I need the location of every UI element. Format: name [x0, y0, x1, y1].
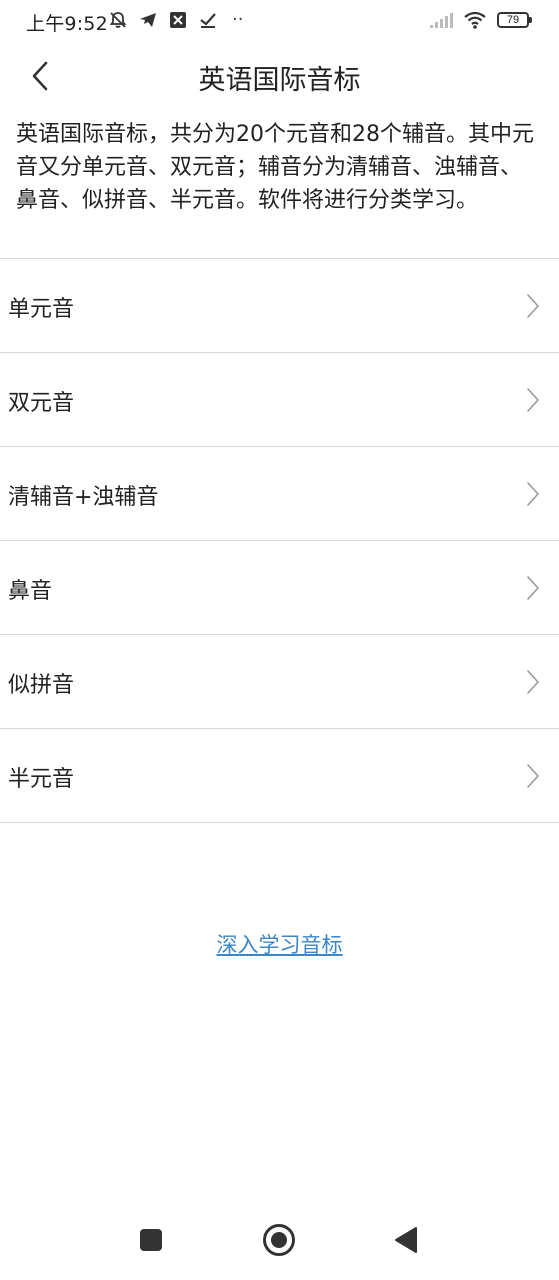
list-item-nasals[interactable]: 鼻音	[0, 541, 559, 635]
send-icon	[140, 13, 156, 27]
category-list: 单元音 双元音 清辅音+浊辅音 鼻音 似拼音 半元音	[0, 258, 559, 823]
status-system-icons: 79	[429, 10, 532, 30]
list-item-label: 清辅音+浊辅音	[8, 485, 159, 510]
chevron-right-icon	[527, 670, 539, 694]
description-text: 英语国际音标，共分为20个元音和28个辅音。其中元音又分单元音、双元音；辅音分为…	[16, 122, 534, 213]
list-item-label: 单元音	[8, 297, 75, 322]
chevron-right-icon	[527, 764, 539, 788]
sync-icon	[170, 12, 186, 28]
wifi-icon	[464, 11, 486, 29]
chevron-right-icon	[527, 576, 539, 600]
check-icon	[200, 13, 216, 28]
chevron-right-icon	[527, 388, 539, 412]
list-item-semivowels[interactable]: 半元音	[0, 729, 559, 823]
status-notification-icons: ··	[108, 10, 243, 30]
list-item-label: 双元音	[8, 391, 75, 416]
list-item-label: 半元音	[8, 767, 75, 792]
list-item-monophthongs[interactable]: 单元音	[0, 259, 559, 353]
list-item-label: 鼻音	[8, 579, 53, 604]
list-item-label: 似拼音	[8, 673, 75, 698]
chevron-right-icon	[527, 294, 539, 318]
battery-icon: 79	[497, 12, 532, 28]
list-item-affricates[interactable]: 似拼音	[0, 635, 559, 729]
deep-learning-link[interactable]: 深入学习音标	[217, 933, 343, 957]
system-nav-bar	[0, 1200, 559, 1280]
status-time: 上午9:52	[26, 13, 108, 35]
page-title: 英语国际音标	[198, 65, 361, 96]
bell-off-icon	[109, 12, 127, 28]
home-circle-icon	[263, 1224, 295, 1256]
list-item-diphthongs[interactable]: 双元音	[0, 353, 559, 447]
back-triangle-icon	[395, 1227, 417, 1253]
list-item-consonants[interactable]: 清辅音+浊辅音	[0, 447, 559, 541]
nav-back-button[interactable]	[388, 1222, 424, 1258]
app-header: 英语国际音标	[0, 44, 559, 108]
home-button[interactable]	[261, 1222, 297, 1258]
chevron-right-icon	[527, 482, 539, 506]
recents-square-icon	[140, 1229, 162, 1251]
more-notifications-indicator: ··	[232, 9, 244, 30]
recents-button[interactable]	[133, 1222, 169, 1258]
deep-learning-link-container: 深入学习音标	[0, 929, 559, 959]
signal-icon	[430, 13, 453, 28]
status-bar: 上午9:52 ·· 79	[0, 0, 559, 44]
